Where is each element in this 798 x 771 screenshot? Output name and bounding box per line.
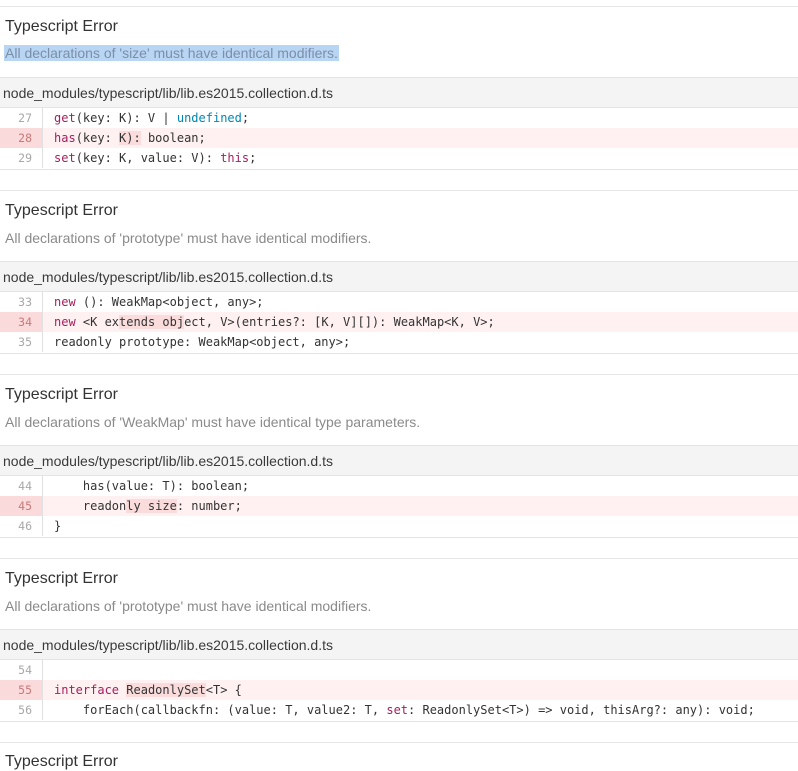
line-number: 35 (0, 332, 43, 352)
line-number: 27 (0, 108, 43, 128)
line-number: 44 (0, 476, 43, 496)
separator (0, 169, 798, 170)
error-title: Typescript Error (5, 386, 118, 403)
code-line: 54 (0, 660, 798, 680)
separator (0, 353, 798, 354)
code-text: interface ReadonlySet<T> { (54, 683, 242, 697)
code-line-error: 34 new <K extends object, V>(entries?: [K… (0, 312, 798, 332)
code-text: new (): WeakMap<object, any>; (54, 295, 264, 309)
code-snippet: 27 get(key: K): V | undefined; 28 has(key:… (0, 108, 798, 168)
file-path-bar: node_modules/typescript/lib/lib.es2015.c… (0, 629, 798, 660)
separator (0, 374, 798, 375)
line-number: 55 (0, 680, 43, 700)
file-path-bar: node_modules/typescript/lib/lib.es2015.c… (0, 77, 798, 108)
code-text: set(key: K, value: V): this; (54, 151, 257, 165)
file-path[interactable]: node_modules/typescript/lib/lib.es2015.c… (3, 453, 333, 469)
code-line-error: 45 readonly size: number; (0, 496, 798, 516)
code-text: get(key: K): V | undefined; (54, 111, 250, 125)
code-text: forEach(callbackfn: (value: T, value2: T… (54, 703, 755, 717)
code-text: readonly size: number; (54, 499, 242, 513)
code-text: has(key: K): boolean; (54, 131, 206, 145)
code-text: new <K extends object, V>(entries?: [K, … (54, 315, 495, 329)
code-snippet: 44 has(value: T): boolean; 45 readonly s… (0, 476, 798, 536)
file-path-bar: node_modules/typescript/lib/lib.es2015.c… (0, 445, 798, 476)
code-text: has(value: T): boolean; (54, 479, 250, 493)
code-snippet: 33 new (): WeakMap<object, any>; 34 new <K… (0, 292, 798, 352)
error-title: Typescript Error (5, 570, 118, 587)
code-line: 35 readonly prototype: WeakMap<object, an… (0, 332, 798, 352)
separator (0, 190, 798, 191)
error-message: All declarations of 'WeakMap' must have … (5, 414, 421, 430)
file-path[interactable]: node_modules/typescript/lib/lib.es2015.c… (3, 85, 333, 101)
error-title: Typescript Error (5, 18, 118, 35)
error-title: Typescript Error (5, 202, 118, 219)
code-line: 33 new (): WeakMap<object, any>; (0, 292, 798, 312)
line-number: 28 (0, 128, 43, 148)
code-line: 46} (0, 516, 798, 536)
line-number: 56 (0, 700, 43, 720)
separator (0, 6, 798, 7)
line-number: 29 (0, 148, 43, 168)
line-number: 33 (0, 292, 43, 312)
separator (0, 558, 798, 559)
error-message: All declarations of 'prototype' must hav… (5, 598, 372, 614)
code-line: 44 has(value: T): boolean; (0, 476, 798, 496)
file-path[interactable]: node_modules/typescript/lib/lib.es2015.c… (3, 637, 333, 653)
file-path-bar: node_modules/typescript/lib/lib.es2015.c… (0, 261, 798, 292)
line-number: 54 (0, 660, 43, 680)
code-line: 56 forEach(callbackfn: (value: T, value2… (0, 700, 798, 720)
separator (0, 537, 798, 538)
code-line: 27 get(key: K): V | undefined; (0, 108, 798, 128)
code-snippet: 54 55 interface ReadonlySet<T> { 56 forEa… (0, 660, 798, 720)
line-number: 46 (0, 516, 43, 536)
code-text: } (54, 519, 62, 533)
code-line: 29 set(key: K, value: V): this; (0, 148, 798, 168)
separator (0, 742, 798, 743)
line-number: 45 (0, 496, 43, 516)
file-path[interactable]: node_modules/typescript/lib/lib.es2015.c… (3, 269, 333, 285)
line-number: 34 (0, 312, 43, 332)
error-message: All declarations of 'prototype' must hav… (5, 230, 372, 246)
separator (0, 721, 798, 722)
error-title: Typescript Error (5, 753, 118, 770)
code-line-error: 28 has(key: K): boolean; (0, 128, 798, 148)
error-message[interactable]: All declarations of 'size' must have ide… (4, 45, 339, 61)
code-text: readonly prototype: WeakMap<object, any>… (54, 335, 351, 349)
code-line-error: 55 interface ReadonlySet<T> { (0, 680, 798, 700)
